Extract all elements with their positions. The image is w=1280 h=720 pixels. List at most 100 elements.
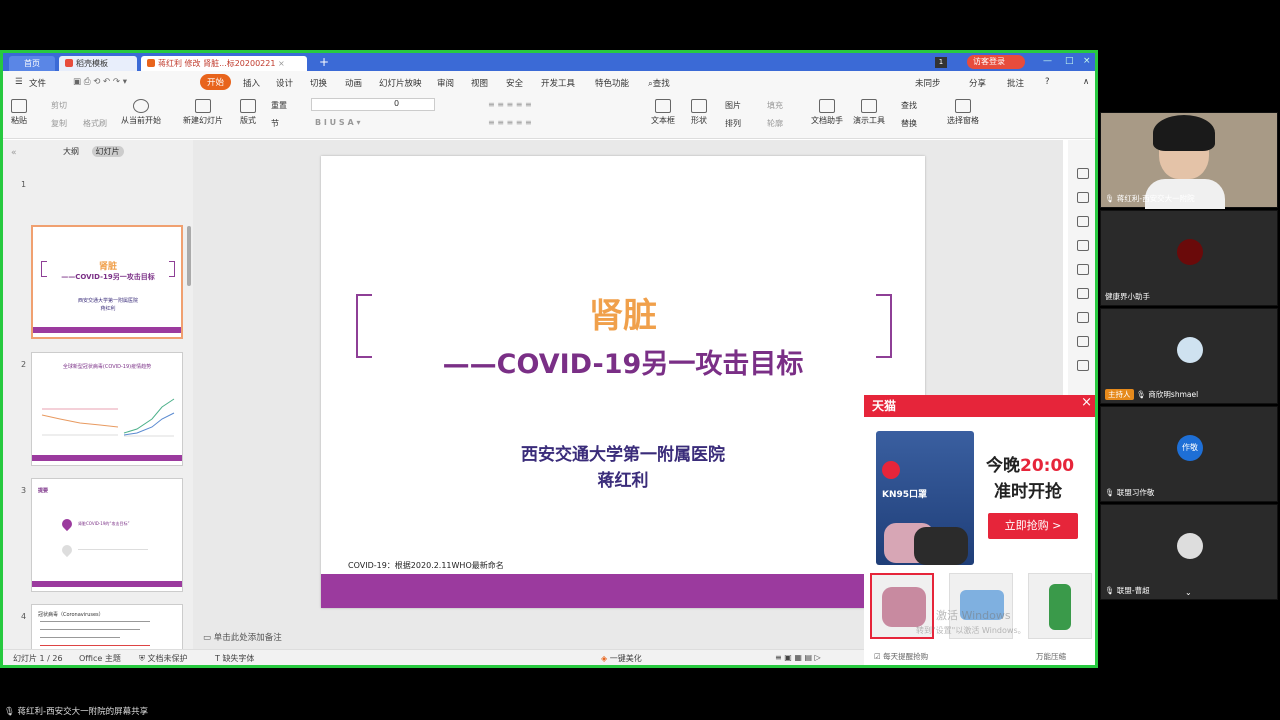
tool-icon[interactable] <box>1077 288 1089 299</box>
mask-image <box>882 587 926 627</box>
tmall-ad-popup[interactable]: 天猫 × KN95口罩 今晚20:00 准时开抢 立即抢购 > 激活 Windo… <box>864 395 1095 665</box>
help-icon[interactable]: ? <box>1045 77 1050 87</box>
menu-devtools[interactable]: 开发工具 <box>541 77 575 89</box>
textbox-button[interactable]: 文本框 <box>651 99 675 126</box>
tab-home[interactable]: 首页 <box>9 56 55 71</box>
ad-buy-button[interactable]: 立即抢购 > <box>988 513 1078 539</box>
participant-name-label: 联盟习作敬 <box>1116 488 1155 497</box>
visitor-login-button[interactable]: 访客登录 <box>967 55 1025 69</box>
menu-share[interactable]: 分享 <box>969 77 986 89</box>
participant-tile[interactable]: 主持人 🎙 商欣明shmael <box>1100 308 1278 404</box>
menu-review[interactable]: 审阅 <box>437 77 454 89</box>
from-current-button[interactable]: 从当前开始 <box>121 99 161 126</box>
tool-icon[interactable] <box>1077 336 1089 347</box>
collapse-ribbon-icon[interactable]: ∧ <box>1083 77 1089 87</box>
fill-button[interactable]: 填充 <box>767 100 783 111</box>
tool-icon[interactable] <box>1077 240 1089 251</box>
window-close-icon[interactable]: × <box>1083 56 1091 66</box>
menu-search[interactable]: ⌕查找 <box>648 77 670 89</box>
select-pane-button[interactable]: 选择窗格 <box>947 99 979 126</box>
tool-icon[interactable] <box>1077 360 1089 371</box>
cut-button[interactable]: 剪切 <box>51 100 67 111</box>
layout-button[interactable]: 版式 <box>240 99 256 126</box>
close-tab-icon[interactable]: × <box>278 59 285 68</box>
menu-switch[interactable]: 切换 <box>310 77 327 89</box>
thumb3-bullet-icon <box>59 516 75 532</box>
participant-tile[interactable]: 🎙 蒋红利-西安交大一附院 <box>1100 112 1278 209</box>
new-tab-icon[interactable]: + <box>319 55 329 69</box>
view-mode-icons[interactable]: ≡ ▣ ▦ ▤ ▷ <box>775 653 821 662</box>
slide-title: 肾脏 <box>589 296 657 336</box>
missing-font[interactable]: T 缺失字体 <box>215 653 254 664</box>
thumb-number: 1 <box>21 180 27 189</box>
menu-view[interactable]: 视图 <box>471 77 488 89</box>
thumb4-line <box>40 645 150 646</box>
tool-icon[interactable] <box>1077 264 1089 275</box>
copy-button[interactable]: 复制 <box>51 118 67 129</box>
replace-button[interactable]: 替换 <box>901 118 917 129</box>
font-style-buttons[interactable]: B I U S A ▾ <box>315 118 360 127</box>
slide-thumbnail-4[interactable]: 冠状病毒（Coronaviruses） <box>31 604 183 652</box>
paragraph-buttons[interactable]: ≡ ≡ ≡ ≡ ≡ <box>488 100 532 109</box>
find-button[interactable]: 查找 <box>901 100 917 111</box>
ad-product-image[interactable]: KN95口罩 <box>876 431 974 565</box>
menu-annotate[interactable]: 批注 <box>1007 77 1024 89</box>
tool-icon[interactable] <box>1077 168 1089 179</box>
align-buttons[interactable]: ≡ ≡ ≡ ≡ ≡ <box>488 118 532 127</box>
tab-outline[interactable]: 大纲 <box>63 147 79 156</box>
thumbnail-scrollbar[interactable] <box>187 226 191 286</box>
ppt-icon <box>147 59 155 67</box>
paste-button[interactable]: 粘贴 <box>11 99 27 126</box>
tab-document[interactable]: 蒋红利 修改 肾脏...标20200221 × <box>141 56 307 71</box>
ad-thumb-3[interactable] <box>1028 573 1092 639</box>
new-slide-button[interactable]: 新建幻灯片 <box>183 99 223 126</box>
speaker-hair <box>1153 115 1215 151</box>
slide-thumbnail-2[interactable]: 全球新型冠状病毒(COVID-19)疫情趋势 <box>31 352 183 466</box>
tool-icon[interactable] <box>1077 216 1089 227</box>
tab-template[interactable]: 稻壳模板 <box>59 56 137 71</box>
minimize-icon[interactable]: — <box>1043 56 1052 66</box>
outline-button[interactable]: 轮廓 <box>767 118 783 129</box>
tool-icon[interactable] <box>1077 312 1089 323</box>
participant-tile[interactable]: 🎙 联盟-曹超 ⌄ <box>1100 504 1278 600</box>
picture-button[interactable]: 图片 <box>725 100 741 111</box>
ad-close-icon[interactable]: × <box>1081 395 1092 410</box>
host-badge: 主持人 <box>1105 389 1134 400</box>
shape-button[interactable]: 形状 <box>691 99 707 126</box>
slide-thumbnail-panel: « 大纲 幻灯片 1 肾脏 ——COVID-19另一攻击目标 西安交通大学第一附… <box>3 140 193 652</box>
quick-access-icons[interactable]: ▣ ⎙ ⟲ ↶ ↷ ▾ <box>73 77 127 87</box>
collapse-panel-icon[interactable]: « <box>11 148 17 158</box>
participant-tile[interactable]: 作敬 🎙 联盟习作敬 <box>1100 406 1278 502</box>
doc-assistant-button[interactable]: 文档助手 <box>811 99 843 126</box>
menu-features[interactable]: 特色功能 <box>595 77 629 89</box>
menu-animation[interactable]: 动画 <box>345 77 362 89</box>
current-slide[interactable]: 肾脏 ——COVID-19另一攻击目标 西安交通大学第一附属医院 蒋红利 COV… <box>321 156 925 608</box>
participant-tile[interactable]: 健康界小助手 <box>1100 210 1278 306</box>
menu-start[interactable]: 开始 <box>200 74 232 90</box>
thumb4-line <box>40 637 120 638</box>
hamburger-icon[interactable]: ☰ <box>15 77 23 87</box>
menu-unsynced[interactable]: 未同步 <box>915 77 941 89</box>
menu-security[interactable]: 安全 <box>506 77 523 89</box>
textbox-label: 文本框 <box>651 116 675 125</box>
font-size-field[interactable]: 0 <box>311 98 435 111</box>
notes-area[interactable]: ▭ 单击此处添加备注 <box>203 631 282 643</box>
beautify-button[interactable]: ◈ 一键美化 <box>601 653 642 664</box>
section-button[interactable]: 节 <box>271 118 279 129</box>
menu-slideshow[interactable]: 幻灯片放映 <box>379 77 422 89</box>
maximize-icon[interactable]: □ <box>1065 56 1074 66</box>
tool-icon[interactable] <box>1077 192 1089 203</box>
reset-button[interactable]: 重置 <box>271 100 287 111</box>
format-painter-button[interactable]: 格式刷 <box>83 118 107 129</box>
menu-insert[interactable]: 插入 <box>243 77 260 89</box>
present-tools-button[interactable]: 演示工具 <box>853 99 885 126</box>
arrange-button[interactable]: 排列 <box>725 118 741 129</box>
ad-remind-checkbox[interactable]: ☑ 每天提醒抢购 <box>874 651 928 662</box>
tab-slides[interactable]: 幻灯片 <box>91 146 124 157</box>
chevron-down-icon[interactable]: ⌄ <box>1185 588 1192 597</box>
doc-protection[interactable]: ⛨ 文档未保护 <box>139 653 188 664</box>
menu-file[interactable]: 文件 <box>29 77 46 89</box>
slide-thumbnail-3[interactable]: 提要 肾脏COVID-19的“攻击目标” <box>31 478 183 592</box>
menu-design[interactable]: 设计 <box>276 77 293 89</box>
slide-thumbnail-1[interactable]: 肾脏 ——COVID-19另一攻击目标 西安交通大学第一附属医院 蒋红利 <box>31 225 183 339</box>
